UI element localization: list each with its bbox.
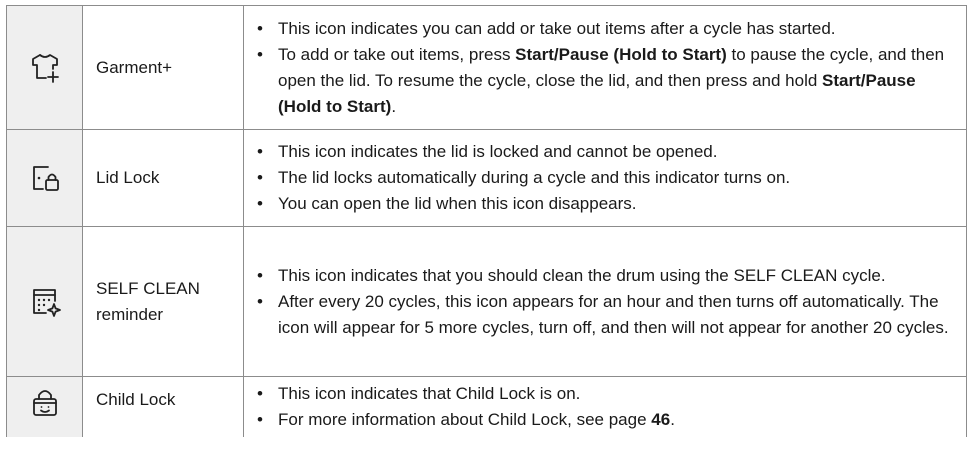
self-clean-reminder-icon [32, 288, 61, 317]
table-row: SELF CLEAN reminder This icon indicates … [6, 226, 967, 377]
bullet-item: The lid locks automatically during a cyc… [244, 165, 952, 191]
bold-term: 46 [651, 410, 671, 429]
child-lock-icon [32, 390, 57, 416]
indicator-name: SELF CLEAN reminder [82, 226, 244, 377]
bullet-item: After every 20 cycles, this icon appears… [244, 289, 952, 341]
table-row: Child Lock This icon indicates that Chil… [6, 376, 967, 437]
bullet-item: To add or take out items, press Start/Pa… [244, 42, 952, 120]
bullet-item: This icon indicates you can add or take … [244, 16, 952, 42]
table-row: Garment+ This icon indicates you can add… [6, 5, 967, 130]
indicator-name: Garment+ [82, 5, 244, 130]
indicator-description: This icon indicates that you should clea… [243, 226, 967, 377]
indicator-description: This icon indicates that Child Lock is o… [243, 376, 967, 437]
lid-lock-icon [32, 166, 59, 191]
bullet-item: This icon indicates that you should clea… [244, 263, 952, 289]
bullet-item: You can open the lid when this icon disa… [244, 191, 952, 217]
description-list: This icon indicates the lid is locked an… [244, 139, 952, 217]
garment-plus-icon [31, 53, 59, 83]
indicator-name: Lid Lock [82, 129, 244, 227]
bullet-item: This icon indicates the lid is locked an… [244, 139, 952, 165]
description-list: This icon indicates you can add or take … [244, 16, 952, 120]
table-row: Lid Lock This icon indicates the lid is … [6, 129, 967, 227]
icon-cell [6, 5, 83, 130]
indicator-description: This icon indicates you can add or take … [243, 5, 967, 130]
indicator-name: Child Lock [82, 376, 244, 437]
bullet-item: This icon indicates that Child Lock is o… [244, 381, 952, 407]
icon-cell [6, 376, 83, 437]
indicator-table: Garment+ This icon indicates you can add… [6, 5, 967, 437]
icon-cell [6, 226, 83, 377]
icon-cell [6, 129, 83, 227]
bullet-item: For more information about Child Lock, s… [244, 407, 952, 433]
description-list: This icon indicates that Child Lock is o… [244, 381, 952, 433]
indicator-description: This icon indicates the lid is locked an… [243, 129, 967, 227]
description-list: This icon indicates that you should clea… [244, 263, 952, 341]
bold-term: Start/Pause (Hold to Start) [515, 44, 727, 64]
bold-term: Start/Pause (Hold to Start) [278, 70, 916, 116]
